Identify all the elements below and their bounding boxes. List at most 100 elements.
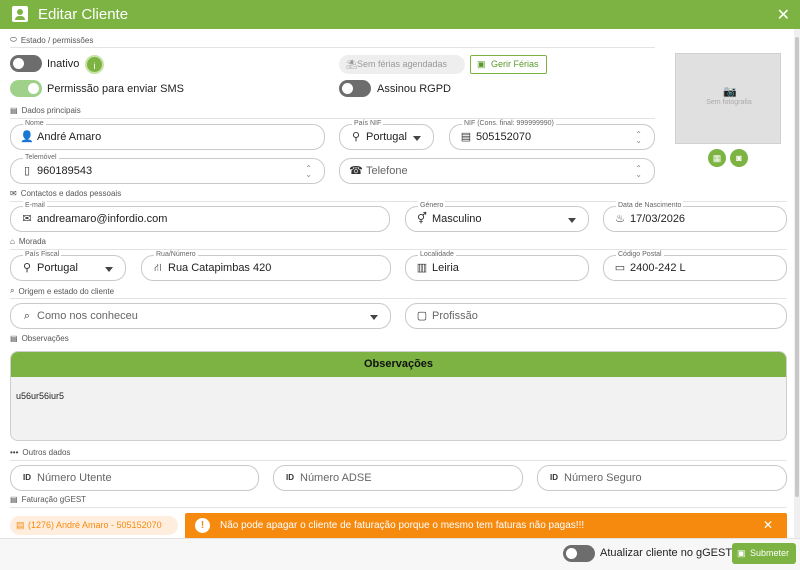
- observacoes-header: Observações: [11, 352, 786, 377]
- telemovel-field[interactable]: Telemóvel ▯ 960189543 ⌃ ⌄: [10, 153, 325, 184]
- como-conheceu-select[interactable]: ⌕ Como nos conheceu: [10, 303, 391, 329]
- observacoes-text: u56ur56iur5: [16, 391, 65, 401]
- section-observacoes-label: Observações: [21, 334, 69, 343]
- numero-utente-field[interactable]: ID Número Utente: [10, 465, 259, 491]
- nif-value: 505152070: [476, 131, 532, 143]
- pais-nif-label: País NIF: [352, 119, 384, 128]
- localidade-field[interactable]: Localidade ▥ Leiria: [405, 250, 589, 281]
- close-icon[interactable]: ✕: [763, 518, 773, 532]
- numero-adse-placeholder: Número ADSE: [300, 472, 372, 484]
- note-icon: ▤: [10, 334, 18, 343]
- atualizar-ggest-label: Atualizar cliente no gGEST: [600, 547, 733, 559]
- section-principais: ▤ Dados principais: [10, 106, 81, 115]
- genero-value: Masculino: [432, 213, 482, 225]
- briefcase-icon: ▢: [416, 310, 428, 322]
- email-icon: ✉: [10, 189, 17, 198]
- gerir-ferias-button[interactable]: ▣ Gerir Férias: [470, 55, 547, 74]
- nif-field[interactable]: NIF (Cons. final: 999999990) ▤ 505152070…: [449, 119, 655, 150]
- rgpd-label: Assinou RGPD: [377, 83, 451, 95]
- image-icon: ▦: [712, 153, 722, 163]
- atualizar-ggest-toggle[interactable]: [563, 545, 595, 562]
- id-badge-icon: ID: [286, 473, 294, 482]
- email-field[interactable]: E-mail ✉ andreamaro@infordio.com: [10, 201, 390, 232]
- sms-toggle[interactable]: [10, 80, 42, 97]
- search-icon: ⌕: [23, 310, 31, 322]
- camera-button[interactable]: ◙: [730, 149, 748, 167]
- numero-seguro-field[interactable]: ID Número Seguro: [537, 465, 787, 491]
- divider: [10, 118, 655, 119]
- faturacao-client-chip[interactable]: ▤ (1276) André Amaro - 505152070: [10, 516, 178, 535]
- section-principais-label: Dados principais: [21, 106, 81, 115]
- pais-fiscal-label: País Fiscal: [23, 250, 62, 259]
- numero-adse-field[interactable]: ID Número ADSE: [273, 465, 523, 491]
- window-title: Editar Cliente: [38, 6, 129, 23]
- ferias-badge-text: Sem férias agendadas: [357, 59, 448, 69]
- id-card-icon: ▤: [460, 131, 472, 143]
- more-icon: •••: [10, 448, 19, 457]
- gerir-ferias-label: Gerir Férias: [491, 59, 539, 69]
- nome-field[interactable]: Nome 👤 André Amaro: [10, 119, 325, 150]
- nascimento-value: 17/03/2026: [630, 213, 686, 225]
- nascimento-field[interactable]: Data de Nascimento ♨ 17/03/2026: [603, 201, 787, 232]
- save-icon: ▣: [737, 548, 746, 558]
- stepper-icon[interactable]: ⌃ ⌄: [305, 165, 312, 179]
- stepper-icon[interactable]: ⌃ ⌄: [635, 131, 642, 145]
- stepper-icon[interactable]: ⌃ ⌄: [635, 165, 642, 179]
- section-estado-label: Estado / permissões: [20, 35, 94, 45]
- codigo-postal-label: Código Postal: [616, 250, 664, 259]
- rua-value: Rua Catapimbas 420: [168, 262, 272, 274]
- chevron-down-icon: [105, 267, 113, 272]
- calendar-icon: ▣: [477, 59, 486, 69]
- rgpd-toggle[interactable]: [339, 80, 371, 97]
- submit-button[interactable]: ▣ Submeter: [732, 543, 796, 564]
- nome-label: Nome: [23, 119, 46, 128]
- pais-fiscal-value: Portugal: [37, 262, 78, 274]
- como-conheceu-placeholder: Como nos conheceu: [37, 310, 138, 322]
- mailbox-icon: ▭: [614, 262, 626, 274]
- nome-value: André Amaro: [37, 131, 102, 143]
- beach-icon: ⛱: [346, 59, 358, 69]
- email-label: E-mail: [23, 201, 47, 210]
- pais-nif-select[interactable]: País NIF ⚲ Portugal: [339, 119, 434, 150]
- profissao-field[interactable]: ▢ Profissão: [405, 303, 787, 329]
- pais-nif-value: Portugal: [366, 131, 407, 143]
- warning-icon: !: [195, 518, 210, 533]
- location-pin-icon: ⚲: [22, 262, 32, 274]
- chevron-down-icon: [370, 315, 378, 320]
- contact-card-icon: [12, 6, 28, 22]
- chevron-down-icon: [413, 136, 421, 141]
- telemovel-value: 960189543: [37, 165, 93, 177]
- genero-label: Género: [418, 201, 446, 210]
- location-pin-icon: ⚲: [351, 131, 361, 143]
- numero-utente-placeholder: Número Utente: [37, 472, 112, 484]
- search-icon: ⌕: [10, 286, 15, 295]
- inativo-toggle[interactable]: [10, 55, 42, 72]
- title-bar: Editar Cliente ✕: [0, 0, 800, 29]
- person-icon: 👤: [20, 131, 34, 143]
- telefone-field[interactable]: ☎ Telefone ⌃ ⌄: [339, 158, 655, 184]
- codigo-postal-value: 2400-242 L: [630, 262, 686, 274]
- codigo-postal-field[interactable]: Código Postal ▭ 2400-242 L: [603, 250, 787, 281]
- ferias-badge: ⛱ Sem férias agendadas: [339, 55, 465, 74]
- divider: [10, 249, 787, 250]
- section-observacoes: ▤ Observações: [10, 334, 69, 343]
- info-icon[interactable]: i: [85, 55, 104, 74]
- warning-alert-text: Não pode apagar o cliente de faturação p…: [220, 520, 585, 531]
- rua-field[interactable]: Rua/Número ⛙ Rua Catapimbas 420: [141, 250, 391, 281]
- section-contactos-label: Contactos e dados pessoais: [20, 189, 122, 198]
- scrollbar[interactable]: [794, 29, 800, 538]
- pais-fiscal-select[interactable]: País Fiscal ⚲ Portugal: [10, 250, 126, 281]
- road-icon: ⛙: [154, 262, 162, 274]
- section-morada-label: Morada: [18, 237, 46, 246]
- section-morada: ⌂ Morada: [10, 237, 46, 246]
- invoice-icon: ▤: [10, 495, 18, 504]
- localidade-label: Localidade: [418, 250, 456, 259]
- gallery-button[interactable]: ▦: [708, 149, 726, 167]
- telephone-icon: ☎: [349, 165, 363, 177]
- genero-select[interactable]: Género ⚥ Masculino: [405, 201, 589, 232]
- photo-placeholder[interactable]: 📷 Sem fotografia: [675, 53, 781, 144]
- observacoes-editor[interactable]: Observações u56ur56iur5: [10, 351, 787, 441]
- scrollbar-thumb[interactable]: [795, 37, 799, 497]
- close-icon[interactable]: ✕: [777, 5, 790, 25]
- sms-label: Permissão para enviar SMS: [47, 83, 184, 95]
